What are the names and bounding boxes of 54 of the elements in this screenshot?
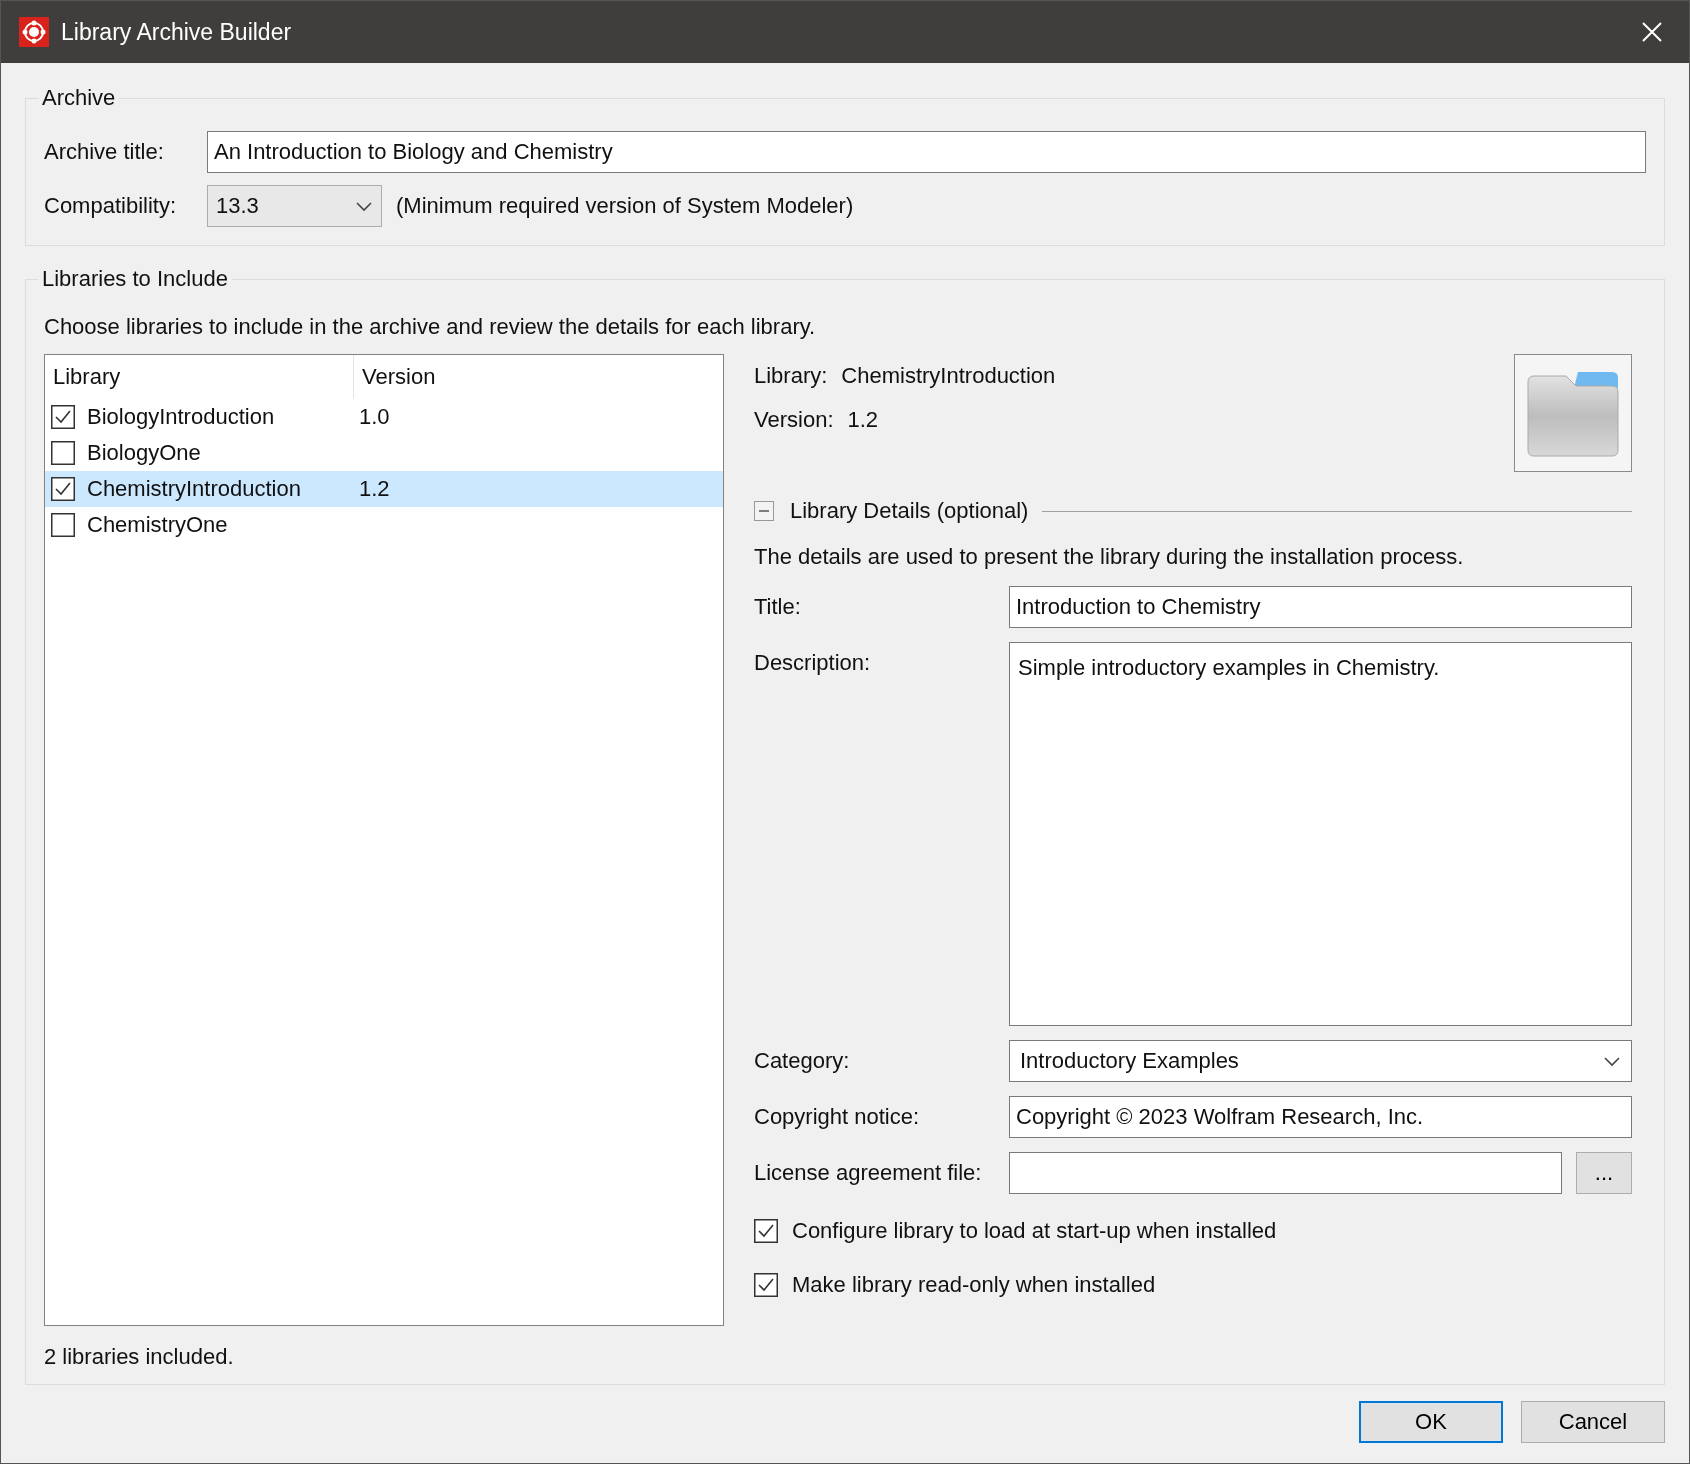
chevron-down-icon [1603, 1055, 1621, 1067]
field-label: Version: [754, 407, 834, 433]
field-label: Category: [754, 1048, 851, 1074]
field-label: Library: [754, 363, 828, 389]
group-legend: Libraries to Include [38, 266, 232, 292]
checkbox[interactable] [754, 1273, 778, 1297]
library-value: ChemistryIntroduction [841, 363, 1056, 389]
library-version: 1.0 [359, 404, 390, 430]
library-row[interactable]: BiologyOne [45, 435, 723, 471]
field-label: Title: [754, 594, 802, 620]
category-dropdown[interactable]: Introductory Examples [1009, 1040, 1632, 1082]
instructions-text: Choose libraries to include in the archive and review the details for each library. [44, 314, 817, 340]
window-title: Library Archive Builder [61, 18, 293, 46]
dialog-button[interactable]: OK [1359, 1401, 1503, 1443]
checkbox[interactable] [51, 477, 75, 501]
section-title: Library Details (optional) [790, 498, 1029, 524]
field-label: License agreement file: [754, 1160, 983, 1186]
text-field[interactable]: Introduction to Chemistry [1009, 586, 1632, 628]
checkbox[interactable] [754, 1219, 778, 1243]
library-name: BiologyOne [87, 440, 202, 466]
summary-text: 2 libraries included. [44, 1344, 235, 1370]
column-header[interactable]: Version [354, 364, 436, 390]
compatibility-dropdown[interactable]: 13.3 [207, 185, 382, 227]
checkbox[interactable] [51, 441, 75, 465]
library-name: ChemistryOne [87, 512, 229, 538]
archive-title-field[interactable]: An Introduction to Biology and Chemistry [207, 131, 1646, 173]
description-field[interactable]: Simple introductory examples in Chemistry. [1009, 642, 1632, 1026]
compatibility-note: (Minimum required version of System Modeler) [396, 193, 854, 219]
group-legend: Archive [38, 85, 120, 111]
library-row[interactable]: ChemistryIntroduction 1.2 [45, 471, 723, 507]
field-label: Archive title: [44, 139, 165, 165]
checkbox[interactable] [51, 405, 75, 429]
collapse-toggle[interactable] [754, 501, 774, 521]
dialog-button[interactable]: Cancel [1521, 1401, 1665, 1443]
chevron-down-icon [355, 200, 373, 212]
field-label: Description: [754, 649, 872, 676]
version-value: 1.2 [847, 407, 879, 433]
library-row[interactable]: ChemistryOne [45, 507, 723, 543]
checkbox[interactable] [51, 513, 75, 537]
details-intro-text: The details are used to present the library during the installation process. [754, 544, 1465, 570]
field-label: Compatibility: [44, 193, 178, 219]
library-name: ChemistryIntroduction [87, 476, 302, 502]
app-icon [19, 17, 49, 47]
library-name: BiologyIntroduction [87, 404, 276, 430]
option-label: Configure library to load at start-up when installed [792, 1218, 1277, 1244]
browse-button[interactable]: ... [1576, 1152, 1632, 1194]
library-version: 1.2 [359, 476, 390, 502]
close-icon[interactable] [1641, 21, 1663, 43]
column-header[interactable]: Library [45, 355, 354, 399]
file-path-field[interactable] [1009, 1152, 1562, 1194]
library-row[interactable]: BiologyIntroduction 1.0 [45, 399, 723, 435]
text-field[interactable]: Copyright © 2023 Wolfram Research, Inc. [1009, 1096, 1632, 1138]
option-label: Make library read-only when installed [792, 1272, 1156, 1298]
field-label: Copyright notice: [754, 1104, 921, 1130]
